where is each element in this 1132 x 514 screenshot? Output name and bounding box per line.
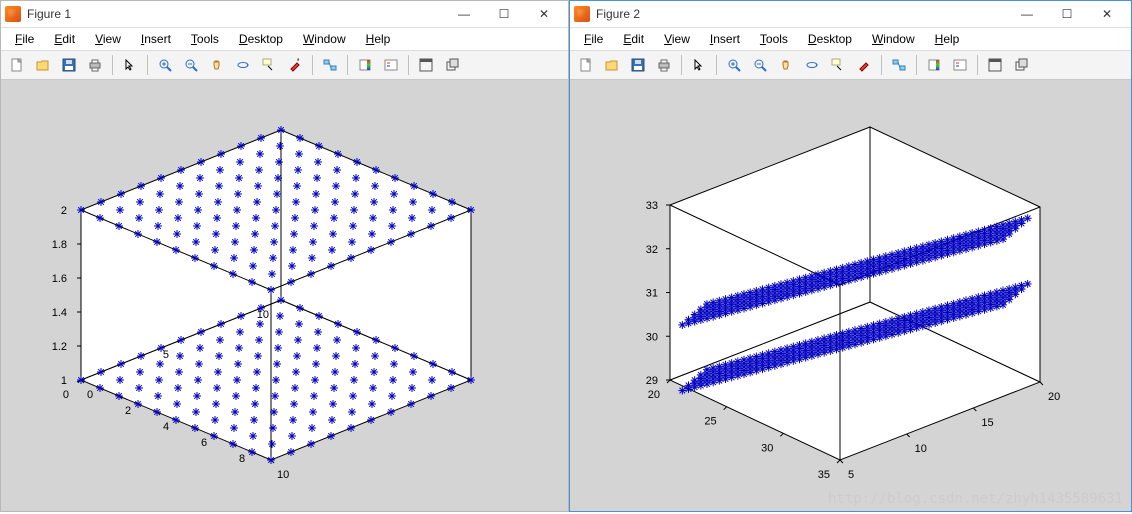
svg-text:0: 0	[63, 389, 69, 401]
menu-desktop[interactable]: Desktop	[231, 30, 291, 48]
brush-icon[interactable]	[283, 53, 307, 77]
menu-window[interactable]: Window	[864, 30, 923, 48]
menu-edit[interactable]: Edit	[615, 30, 652, 48]
pointer-icon[interactable]	[118, 53, 142, 77]
dock-icon[interactable]	[414, 53, 438, 77]
undock-icon[interactable]	[440, 53, 464, 77]
titlebar[interactable]: Figure 2 — ☐ ✕	[570, 1, 1131, 28]
close-button[interactable]: ✕	[1087, 1, 1127, 27]
svg-text:20: 20	[648, 389, 660, 401]
menu-tools[interactable]: Tools	[183, 30, 227, 48]
rotate3d-icon[interactable]	[800, 53, 824, 77]
new-file-icon[interactable]	[574, 53, 598, 77]
figure-window-1: Figure 1 — ☐ ✕ File Edit View Insert Too…	[0, 0, 569, 512]
svg-text:1.2: 1.2	[52, 341, 67, 353]
save-icon[interactable]	[57, 53, 81, 77]
menu-tools[interactable]: Tools	[752, 30, 796, 48]
open-folder-icon[interactable]	[31, 53, 55, 77]
svg-text:1.4: 1.4	[52, 307, 67, 319]
matlab-icon	[574, 6, 590, 22]
menu-insert[interactable]: Insert	[702, 30, 748, 48]
maximize-button[interactable]: ☐	[484, 1, 524, 27]
figure-window-2: Figure 2 — ☐ ✕ File Edit View Insert Too…	[569, 0, 1132, 512]
menubar: File Edit View Insert Tools Desktop Wind…	[1, 28, 568, 51]
maximize-button[interactable]: ☐	[1047, 1, 1087, 27]
svg-text:30: 30	[761, 442, 773, 454]
hand-icon[interactable]	[774, 53, 798, 77]
svg-text:20: 20	[1048, 391, 1060, 403]
svg-text:31: 31	[646, 288, 658, 300]
plot-area[interactable]: 11.21.41.61.8205100246810	[1, 80, 568, 511]
titlebar[interactable]: Figure 1 — ☐ ✕	[1, 1, 568, 28]
svg-text:15: 15	[981, 417, 993, 429]
data-cursor-icon[interactable]	[826, 53, 850, 77]
close-button[interactable]: ✕	[524, 1, 564, 27]
menu-help[interactable]: Help	[927, 30, 968, 48]
minimize-button[interactable]: —	[444, 1, 484, 27]
legend-icon[interactable]	[948, 53, 972, 77]
matlab-icon	[5, 6, 21, 22]
pointer-icon[interactable]	[687, 53, 711, 77]
svg-text:25: 25	[704, 416, 716, 428]
colorbar-icon[interactable]	[922, 53, 946, 77]
svg-text:6: 6	[201, 437, 207, 449]
rotate3d-icon[interactable]	[231, 53, 255, 77]
print-icon[interactable]	[652, 53, 676, 77]
svg-text:32: 32	[646, 244, 658, 256]
menu-file[interactable]: File	[576, 30, 611, 48]
axes-3d: 11.21.41.61.8205100246810	[1, 80, 568, 511]
svg-text:1.6: 1.6	[52, 273, 67, 285]
menubar: File Edit View Insert Tools Desktop Wind…	[570, 28, 1131, 51]
minimize-button[interactable]: —	[1007, 1, 1047, 27]
svg-text:5: 5	[848, 469, 854, 481]
colorbar-icon[interactable]	[353, 53, 377, 77]
svg-text:29: 29	[646, 375, 658, 387]
menu-window[interactable]: Window	[295, 30, 354, 48]
save-icon[interactable]	[626, 53, 650, 77]
new-file-icon[interactable]	[5, 53, 29, 77]
menu-edit[interactable]: Edit	[46, 30, 83, 48]
zoom-out-icon[interactable]	[748, 53, 772, 77]
svg-text:10: 10	[277, 469, 289, 481]
svg-text:8: 8	[239, 453, 245, 465]
toolbar	[570, 51, 1131, 80]
undock-icon[interactable]	[1009, 53, 1033, 77]
hand-icon[interactable]	[205, 53, 229, 77]
menu-insert[interactable]: Insert	[133, 30, 179, 48]
svg-text:4: 4	[163, 421, 169, 433]
zoom-in-icon[interactable]	[722, 53, 746, 77]
svg-text:1: 1	[61, 375, 67, 387]
svg-text:2: 2	[61, 205, 67, 217]
window-title: Figure 1	[27, 7, 71, 21]
axes-3d: 29 30 31 32 33 20 25 30 35 5 10 15 20	[570, 80, 1131, 511]
menu-file[interactable]: File	[7, 30, 42, 48]
legend-icon[interactable]	[379, 53, 403, 77]
svg-text:33: 33	[646, 200, 658, 212]
svg-text:1.8: 1.8	[52, 239, 67, 251]
menu-view[interactable]: View	[656, 30, 698, 48]
plot-area[interactable]: 2930313233202530355101520 http://blog.cs…	[570, 80, 1131, 511]
zoom-out-icon[interactable]	[179, 53, 203, 77]
menu-help[interactable]: Help	[358, 30, 399, 48]
dock-icon[interactable]	[983, 53, 1007, 77]
menu-desktop[interactable]: Desktop	[800, 30, 860, 48]
open-folder-icon[interactable]	[600, 53, 624, 77]
svg-text:10: 10	[915, 443, 927, 455]
svg-text:35: 35	[818, 469, 830, 481]
data-cursor-icon[interactable]	[257, 53, 281, 77]
svg-text:2: 2	[125, 405, 131, 417]
toolbar	[1, 51, 568, 80]
link-icon[interactable]	[887, 53, 911, 77]
menu-view[interactable]: View	[87, 30, 129, 48]
brush-icon[interactable]	[852, 53, 876, 77]
zoom-in-icon[interactable]	[153, 53, 177, 77]
svg-text:0: 0	[87, 389, 93, 401]
link-icon[interactable]	[318, 53, 342, 77]
print-icon[interactable]	[83, 53, 107, 77]
window-title: Figure 2	[596, 7, 640, 21]
svg-text:30: 30	[646, 331, 658, 343]
